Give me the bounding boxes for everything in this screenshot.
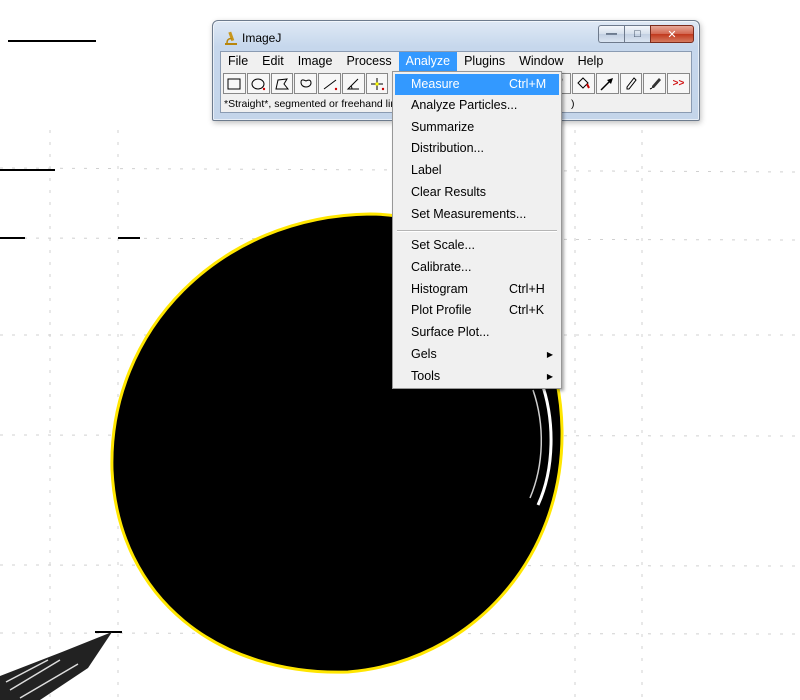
close-icon: ✕ xyxy=(667,28,677,41)
maximize-button[interactable]: □ xyxy=(624,25,650,43)
menu-plugins[interactable]: Plugins xyxy=(457,52,512,72)
menu-item-label: Distribution... xyxy=(411,141,484,155)
menu-item-label: Set Scale... xyxy=(411,238,475,252)
menu-item-plot-profile[interactable]: Plot Profile Ctrl+K xyxy=(395,300,559,321)
status-text: *Straight*, segmented or freehand lines,… xyxy=(224,98,392,110)
microscope-icon xyxy=(225,31,237,45)
menu-window[interactable]: Window xyxy=(512,52,570,72)
pencil-icon xyxy=(626,76,637,89)
menu-item-clear-results[interactable]: Clear Results xyxy=(395,182,559,203)
menu-bar: File Edit Image Process Analyze Plugins … xyxy=(221,52,691,72)
flood-fill-tool[interactable] xyxy=(572,73,595,94)
rectangle-icon xyxy=(227,78,241,89)
menu-process[interactable]: Process xyxy=(339,52,398,72)
menu-item-label: Surface Plot... xyxy=(411,325,490,339)
menu-item-label: Clear Results xyxy=(411,185,487,199)
menu-item-label: Histogram xyxy=(411,282,468,296)
polygon-icon xyxy=(275,77,289,89)
window-controls: — □ ✕ xyxy=(598,25,694,45)
submenu-arrow-icon: ▶ xyxy=(546,372,553,381)
menu-separator xyxy=(397,230,557,232)
menu-item-set-measurements[interactable]: Set Measurements... xyxy=(395,204,559,225)
menu-item-shortcut: Ctrl+H xyxy=(509,282,545,296)
menu-item-gels[interactable]: Gels ▶ xyxy=(395,344,559,365)
menu-item-label: Set Measurements... xyxy=(411,207,527,221)
menu-analyze[interactable]: Analyze xyxy=(398,52,458,72)
menu-item-surface-plot[interactable]: Surface Plot... xyxy=(395,322,559,343)
menu-item-shortcut: Ctrl+K xyxy=(509,303,545,317)
menu-item-label: Gels xyxy=(411,347,437,361)
menu-item-measure[interactable]: Measure Ctrl+M xyxy=(395,74,559,95)
point-tool[interactable] xyxy=(365,73,389,94)
angle-icon xyxy=(347,78,360,89)
menu-edit[interactable]: Edit xyxy=(255,52,291,72)
more-tools-button[interactable]: >> xyxy=(667,73,690,94)
maximize-icon: □ xyxy=(634,28,641,40)
menu-item-label: Label xyxy=(411,163,442,177)
menu-item-histogram[interactable]: Histogram Ctrl+H xyxy=(395,279,559,300)
oval-icon xyxy=(251,78,266,90)
freehand-tool[interactable] xyxy=(294,73,318,94)
menu-item-summarize[interactable]: Summarize xyxy=(395,117,559,138)
pencil-tool[interactable] xyxy=(619,73,643,94)
menu-item-set-scale[interactable]: Set Scale... xyxy=(395,235,559,256)
freehand-icon xyxy=(300,78,312,87)
rectangle-tool[interactable] xyxy=(223,73,246,94)
polygon-tool[interactable] xyxy=(270,73,294,94)
menu-item-tools[interactable]: Tools ▶ xyxy=(395,366,559,387)
menu-file[interactable]: File xyxy=(221,52,255,72)
menu-help[interactable]: Help xyxy=(571,52,611,72)
arrow-tool[interactable] xyxy=(595,73,619,94)
menu-item-label: Tools xyxy=(411,369,441,383)
dropper-tool[interactable] xyxy=(643,73,667,94)
menu-item-analyze-particles[interactable]: Analyze Particles... xyxy=(395,95,559,116)
oval-tool[interactable] xyxy=(246,73,270,94)
menu-item-shortcut: Ctrl+M xyxy=(509,77,547,91)
minimize-icon: — xyxy=(606,28,617,40)
minimize-button[interactable]: — xyxy=(598,25,624,43)
analyze-menu: Measure Ctrl+M Analyze Particles... Summ… xyxy=(392,71,562,389)
dropper-icon xyxy=(649,77,661,89)
status-text-tail: ) xyxy=(571,98,575,110)
line-icon xyxy=(323,79,337,90)
arrow-icon xyxy=(600,77,614,91)
menu-item-calibrate[interactable]: Calibrate... xyxy=(395,257,559,278)
menu-item-distribution[interactable]: Distribution... xyxy=(395,138,559,159)
submenu-arrow-icon: ▶ xyxy=(546,350,553,359)
menu-item-label: Summarize xyxy=(411,120,475,134)
menu-item-label: Analyze Particles... xyxy=(411,98,518,112)
menu-item-label-cmd[interactable]: Label xyxy=(395,160,559,181)
bucket-icon xyxy=(577,76,591,89)
close-button[interactable]: ✕ xyxy=(650,25,694,43)
line-tool[interactable] xyxy=(318,73,341,94)
title-bar[interactable]: ImageJ — □ ✕ xyxy=(213,21,699,51)
menu-item-label: Measure xyxy=(411,77,460,91)
crosshair-icon xyxy=(371,77,385,90)
angle-tool[interactable] xyxy=(341,73,365,94)
menu-item-label: Calibrate... xyxy=(411,260,472,274)
menu-image[interactable]: Image xyxy=(291,52,340,72)
window-title: ImageJ xyxy=(242,31,282,45)
menu-item-label: Plot Profile xyxy=(411,303,472,317)
